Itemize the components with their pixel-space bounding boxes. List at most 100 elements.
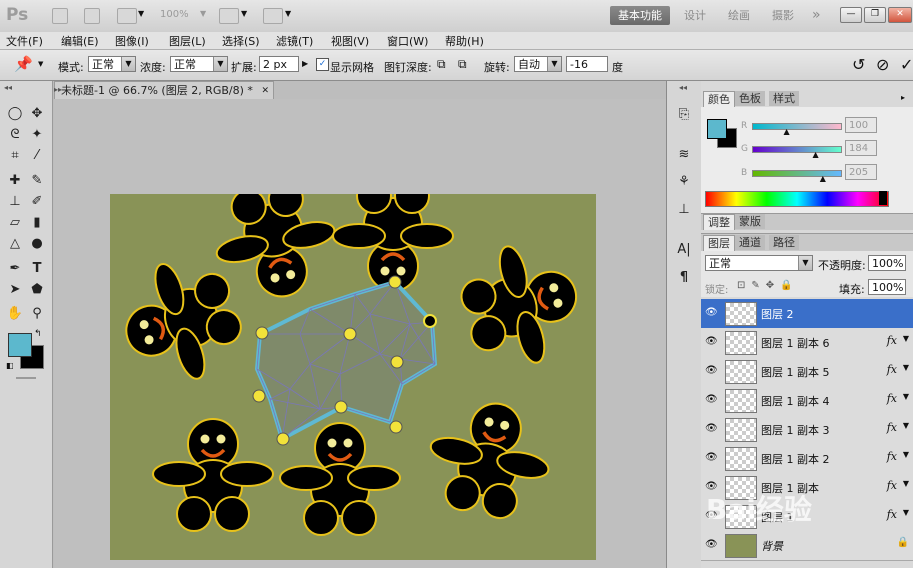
lock-options-icon[interactable]: ⊡✎✥🔒 [737, 280, 799, 291]
chevron-down-icon[interactable]: ▼ [903, 479, 909, 488]
shape-tool-icon[interactable]: ⬟ [28, 281, 46, 299]
rotate-angle-input[interactable]: -16 [566, 56, 608, 72]
tab-paths[interactable]: 路径 [769, 235, 799, 250]
move-tool-icon[interactable]: ✥ [28, 105, 46, 123]
workspace-painting[interactable]: 绘画 [720, 6, 758, 25]
puppet-warp-tool-icon[interactable]: 📌 [14, 55, 33, 73]
brush-tool-icon[interactable]: ✎ [28, 172, 46, 190]
chevron-down-icon[interactable]: ▼ [241, 9, 247, 18]
arrange-documents-icon[interactable] [219, 8, 239, 24]
fill-input[interactable]: 100% [868, 279, 906, 295]
view-extras-icon[interactable] [117, 8, 137, 24]
type-tool-icon[interactable]: T [28, 260, 46, 278]
hand-tool-icon[interactable]: ✋ [6, 305, 24, 323]
dodge-tool-icon[interactable]: ● [28, 235, 46, 253]
collapse-arrows-icon[interactable]: ▸▸ [54, 85, 62, 94]
eraser-tool-icon[interactable]: ▱ [6, 214, 24, 232]
minimize-button[interactable]: — [840, 7, 862, 23]
g-slider[interactable] [752, 146, 842, 153]
rotate-select[interactable]: 自动 ▼ [514, 56, 562, 72]
eye-icon[interactable]: 👁 [705, 539, 718, 550]
document-canvas[interactable] [110, 194, 596, 560]
tab-layers[interactable]: 图层 [703, 235, 735, 251]
chevron-down-icon[interactable]: ▼ [903, 334, 909, 343]
menu-window[interactable]: 窗口(W) [387, 33, 428, 49]
clone-source-icon[interactable]: ⊥ [675, 201, 693, 219]
chevron-down-icon[interactable]: ▼ [285, 9, 291, 18]
lasso-tool-icon[interactable]: ᘓ [6, 126, 24, 144]
chevron-down-icon[interactable]: ▼ [138, 9, 144, 18]
fx-icon[interactable]: fx [887, 363, 897, 376]
menu-select[interactable]: 选择(S) [222, 33, 260, 49]
zoom-level[interactable]: 100% [160, 9, 189, 20]
collapse-arrows-icon[interactable]: ◂◂ [679, 83, 687, 92]
crop-tool-icon[interactable]: ⌗ [6, 147, 24, 165]
color-spectrum-bar[interactable] [705, 191, 889, 207]
history-panel-icon[interactable]: ⎘ [675, 106, 693, 124]
tab-masks[interactable]: 蒙版 [735, 214, 765, 229]
healing-brush-tool-icon[interactable]: ✚ [6, 172, 24, 190]
b-slider-thumb[interactable]: ▲ [820, 174, 826, 183]
commit-icon[interactable]: ✓ [900, 55, 913, 74]
fx-icon[interactable]: fx [887, 334, 897, 347]
workspace-more[interactable]: » [804, 6, 829, 25]
character-panel-icon[interactable]: A| [675, 241, 693, 259]
eye-icon[interactable]: 👁 [705, 336, 718, 347]
eyedropper-tool-icon[interactable]: ⁄ [28, 147, 46, 165]
pin-backward-icon[interactable]: ⧉ [458, 57, 467, 72]
b-value[interactable]: 205 [845, 164, 877, 180]
mini-bridge-icon[interactable] [84, 8, 100, 24]
pen-tool-icon[interactable]: ✒ [6, 260, 24, 278]
workspace-photography[interactable]: 摄影 [764, 6, 802, 25]
fx-icon[interactable]: fx [887, 450, 897, 463]
layer-name[interactable]: 图层 1 副本 3 [761, 422, 830, 438]
menu-help[interactable]: 帮助(H) [445, 33, 484, 49]
history-brush-tool-icon[interactable]: ✐ [28, 193, 46, 211]
r-value[interactable]: 100 [845, 117, 877, 133]
workspace-basic[interactable]: 基本功能 [610, 6, 670, 25]
marquee-tool-icon[interactable]: ◯ [6, 105, 24, 123]
chevron-down-icon[interactable]: ▼ [903, 450, 909, 459]
tab-adjustments[interactable]: 调整 [703, 214, 735, 230]
r-slider[interactable] [752, 123, 842, 130]
clone-stamp-tool-icon[interactable]: ⊥ [6, 193, 24, 211]
menu-image[interactable]: 图像(I) [115, 33, 149, 49]
collapse-arrows-icon[interactable]: ◂◂ [4, 83, 12, 92]
g-value[interactable]: 184 [845, 140, 877, 156]
panel-menu-icon[interactable]: ▸ [901, 93, 905, 102]
expand-input[interactable]: 2 px [259, 56, 299, 72]
mode-select[interactable]: 正常 ▼ [88, 56, 136, 72]
layer-row[interactable]: 👁 图层 1 副本 2 fx ▼ [701, 444, 913, 474]
menu-edit[interactable]: 编辑(E) [61, 33, 99, 49]
layer-row[interactable]: 👁 图层 1 副本 5 fx ▼ [701, 357, 913, 387]
r-slider-thumb[interactable]: ▲ [784, 127, 790, 136]
spectrum-black-swatch[interactable] [879, 191, 887, 205]
pin-forward-icon[interactable]: ⧉ [437, 57, 446, 72]
chevron-down-icon[interactable]: ▼ [903, 508, 909, 517]
undo-icon[interactable]: ↺ [852, 55, 865, 74]
bridge-icon[interactable] [52, 8, 68, 24]
show-mesh-checkbox[interactable]: ✓ [316, 58, 329, 71]
cancel-icon[interactable]: ⊘ [876, 55, 889, 74]
layer-name[interactable]: 图层 1 副本 2 [761, 451, 830, 467]
screen-mode-icon[interactable] [263, 8, 283, 24]
quick-mask-icon[interactable] [16, 377, 36, 379]
swap-colors-icon[interactable]: ↰ [34, 329, 42, 339]
layer-row[interactable]: 👁 图层 2 [701, 299, 913, 329]
tab-swatches[interactable]: 色板 [735, 91, 765, 106]
close-button[interactable]: ✕ [888, 7, 912, 23]
density-select[interactable]: 正常 ▼ [170, 56, 228, 72]
opacity-input[interactable]: 100% [868, 255, 906, 271]
eye-icon[interactable]: 👁 [705, 423, 718, 434]
color-panel-foreground-swatch[interactable] [707, 119, 727, 139]
blur-tool-icon[interactable]: △ [6, 235, 24, 253]
path-selection-tool-icon[interactable]: ➤ [6, 281, 24, 299]
tab-color[interactable]: 颜色 [703, 91, 735, 107]
brush-panel-icon[interactable]: ⚘ [675, 173, 693, 191]
eye-icon[interactable]: 👁 [705, 452, 718, 463]
eye-icon[interactable]: 👁 [705, 365, 718, 376]
layer-row[interactable]: 👁 图层 1 副本 4 fx ▼ [701, 386, 913, 416]
fx-icon[interactable]: fx [887, 479, 897, 492]
zoom-tool-icon[interactable]: ⚲ [28, 305, 46, 323]
layer-name[interactable]: 图层 1 副本 4 [761, 393, 830, 409]
